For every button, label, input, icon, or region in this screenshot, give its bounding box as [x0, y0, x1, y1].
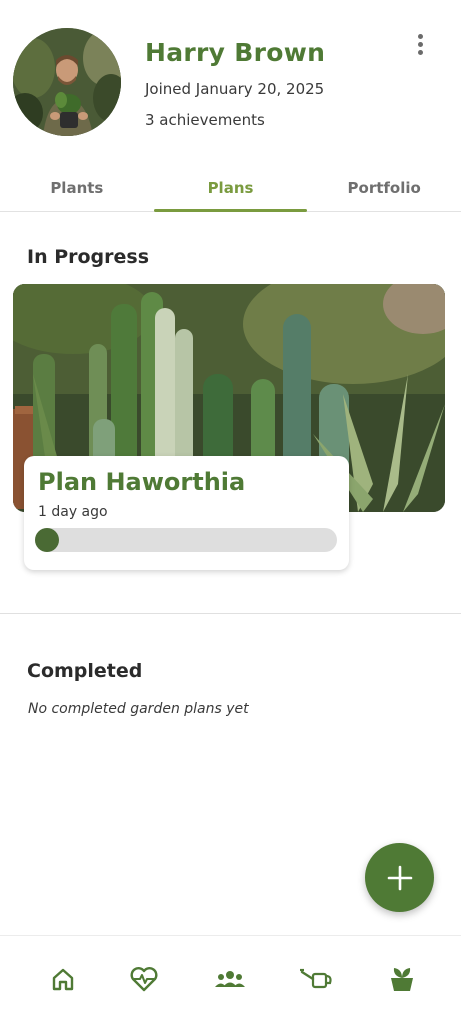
- plus-icon: [387, 865, 412, 890]
- bottom-navigation: [0, 935, 461, 1024]
- nav-health[interactable]: [127, 962, 161, 996]
- tab-plants[interactable]: Plants: [0, 170, 154, 211]
- nav-plants[interactable]: [385, 962, 419, 996]
- nav-watering[interactable]: [299, 962, 333, 996]
- plan-card[interactable]: Plan Haworthia 1 day ago: [24, 456, 349, 570]
- add-plan-button[interactable]: [365, 843, 434, 912]
- watering-can-icon: [300, 968, 332, 989]
- plan-title: Plan Haworthia: [38, 468, 246, 496]
- tab-portfolio[interactable]: Portfolio: [307, 170, 461, 211]
- completed-empty-message: No completed garden plans yet: [28, 701, 249, 717]
- joined-date: Joined January 20, 2025: [145, 80, 325, 98]
- in-progress-heading: In Progress: [27, 246, 150, 268]
- more-vertical-icon: [417, 33, 423, 39]
- section-divider: [0, 613, 461, 614]
- more-options-button[interactable]: [406, 28, 434, 60]
- heart-pulse-icon: [130, 967, 158, 992]
- plan-progress-fill: [35, 528, 59, 552]
- avatar-photo: [13, 28, 121, 136]
- plant-pot-icon: [391, 968, 413, 991]
- profile-tabs: Plants Plans Portfolio: [0, 170, 461, 212]
- nav-home[interactable]: [46, 962, 80, 996]
- nav-community[interactable]: [213, 962, 247, 996]
- achievements-count[interactable]: 3 achievements: [145, 111, 265, 129]
- community-icon: [215, 971, 245, 987]
- home-icon: [52, 968, 74, 991]
- plan-progress-bar: [35, 528, 337, 552]
- avatar[interactable]: [13, 28, 121, 136]
- profile-name: Harry Brown: [145, 38, 326, 67]
- tab-plans[interactable]: Plans: [153, 170, 308, 212]
- profile-header: Harry Brown Joined January 20, 2025 3 ac…: [0, 0, 461, 160]
- completed-heading: Completed: [27, 660, 143, 682]
- plan-updated-time: 1 day ago: [38, 504, 108, 520]
